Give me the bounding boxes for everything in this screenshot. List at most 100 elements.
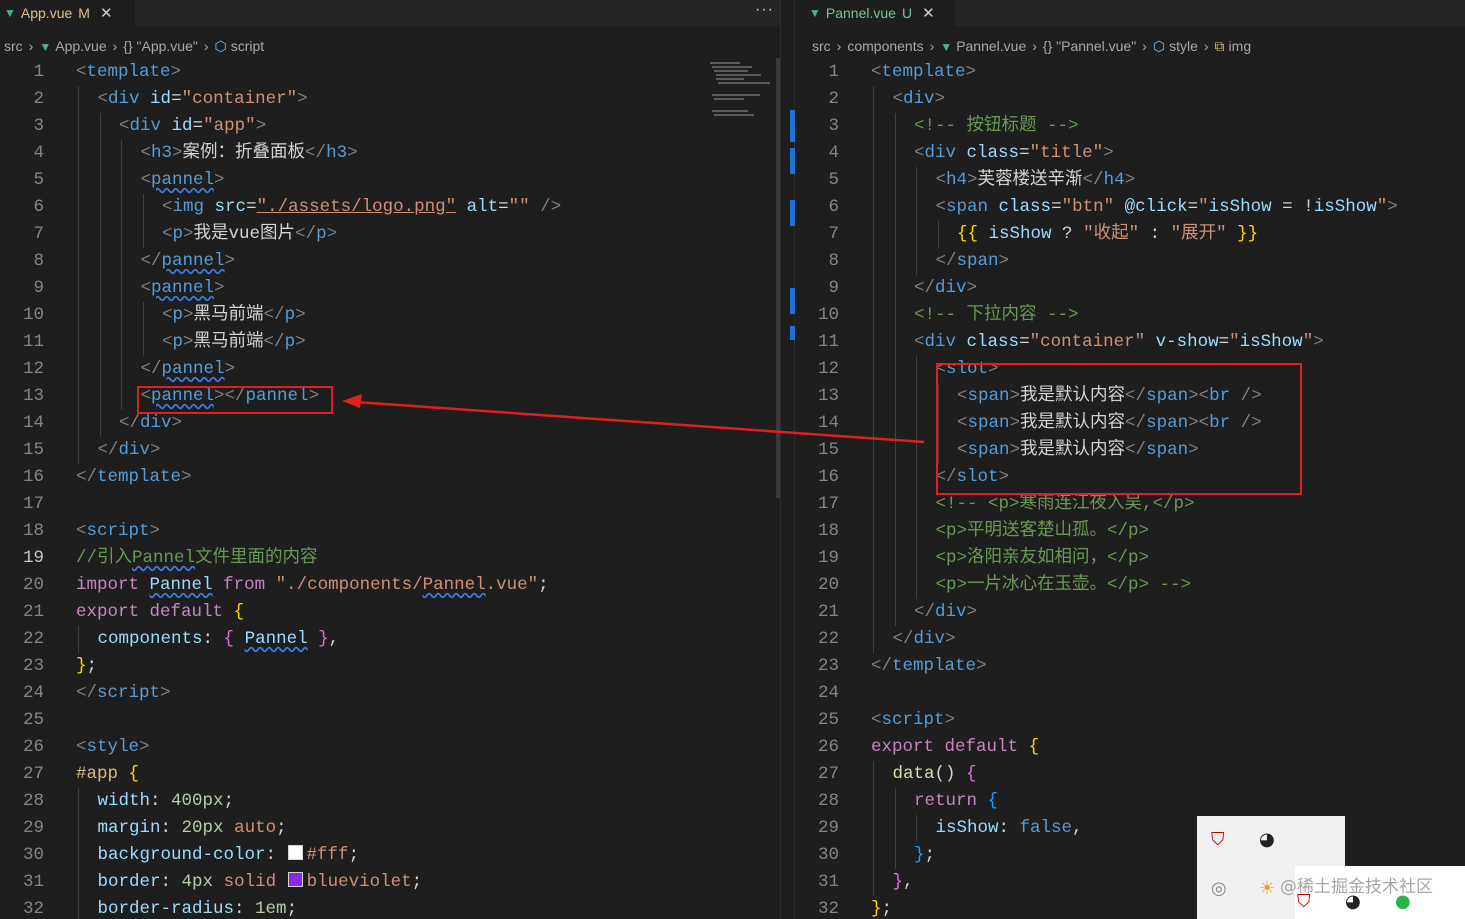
- breadcrumb-item[interactable]: {} "App.vue": [123, 38, 198, 54]
- code-line[interactable]: 10 <!-- 下拉内容 -->: [795, 302, 1465, 329]
- code-line[interactable]: 7 <p>我是vue图片</p>: [0, 221, 780, 248]
- line-number: 15: [22, 440, 44, 460]
- token: template: [881, 62, 966, 82]
- code-line[interactable]: 12 </pannel>: [0, 356, 780, 383]
- code-line[interactable]: 6 <span class="btn" @click="isShow = !isS…: [795, 194, 1465, 221]
- code-line[interactable]: 2 <div>: [795, 86, 1465, 113]
- line-number: 19: [22, 548, 44, 568]
- editor-split-divider[interactable]: [780, 0, 795, 919]
- code-line[interactable]: 29 margin: 20px auto;: [0, 815, 780, 842]
- breadcrumb-item[interactable]: src: [812, 38, 831, 54]
- code-line[interactable]: 23};: [0, 653, 780, 680]
- breadcrumb-item[interactable]: ⬡ style: [1153, 38, 1198, 55]
- code-line[interactable]: 3 <div id="app">: [0, 113, 780, 140]
- code-line[interactable]: 18 <script>: [0, 518, 780, 545]
- code-line[interactable]: 25: [0, 707, 780, 734]
- code-line[interactable]: 8 </pannel>: [0, 248, 780, 275]
- code-line[interactable]: 30 background-color: #fff;: [0, 842, 780, 869]
- indent-guide: [873, 356, 874, 383]
- token: <: [935, 197, 947, 217]
- code-line[interactable]: 26 export default {: [795, 734, 1465, 761]
- more-actions-icon[interactable]: ···: [755, 1, 774, 19]
- indent-guide: [78, 842, 79, 869]
- code-line[interactable]: 11 <div class="container" v-show="isShow"…: [795, 329, 1465, 356]
- breadcrumb-item[interactable]: ⬡ script: [215, 38, 265, 55]
- minimap[interactable]: [708, 58, 773, 128]
- breadcrumb-item[interactable]: ▼ App.vue: [39, 38, 106, 54]
- token: div: [118, 440, 151, 460]
- breadcrumb-item[interactable]: {} "Pannel.vue": [1043, 38, 1136, 54]
- code-text: <pannel>: [141, 167, 225, 194]
- code-line[interactable]: 24: [795, 680, 1465, 707]
- token: isShow: [1239, 332, 1303, 352]
- token: }: [871, 899, 882, 919]
- code-line[interactable]: 20 import Pannel from "./components/Panne…: [0, 572, 780, 599]
- code-line[interactable]: 23 </template>: [795, 653, 1465, 680]
- close-icon[interactable]: ✕: [922, 4, 935, 22]
- power-icon[interactable]: ◎: [1211, 879, 1227, 899]
- code-line[interactable]: 27 #app {: [0, 761, 780, 788]
- token: ;: [348, 845, 360, 865]
- breadcrumb-item[interactable]: ⧉ img: [1215, 38, 1252, 55]
- code-line[interactable]: 29 isShow: false,: [795, 815, 1465, 842]
- code-line[interactable]: 1 <template>: [0, 59, 780, 86]
- code-line[interactable]: 10 <p>黑马前端</p>: [0, 302, 780, 329]
- code-line[interactable]: 9 </div>: [795, 275, 1465, 302]
- code-line[interactable]: 20 <p>一片冰心在玉壶。</p> -->: [795, 572, 1465, 599]
- close-icon[interactable]: ✕: [100, 4, 113, 22]
- code-line[interactable]: 28 width: 400px;: [0, 788, 780, 815]
- code-line[interactable]: 3 <!-- 按钮标题 -->: [795, 113, 1465, 140]
- code-line[interactable]: 31 border: 4px solid blueviolet;: [0, 869, 780, 896]
- code-line[interactable]: 5 <h4>芙蓉楼送辛渐</h4>: [795, 167, 1465, 194]
- code-line[interactable]: 4 <div class="title">: [795, 140, 1465, 167]
- code-line[interactable]: 18 <p>平明送客楚山孤。</p>: [795, 518, 1465, 545]
- code-line[interactable]: 24 </script>: [0, 680, 780, 707]
- code-line[interactable]: 28 return {: [795, 788, 1465, 815]
- code-line[interactable]: 32 border-radius: 1em;: [0, 896, 780, 919]
- code-line[interactable]: 26 <style>: [0, 734, 780, 761]
- code-line[interactable]: 27 data() {: [795, 761, 1465, 788]
- indent-guide: [78, 869, 79, 896]
- tab-pannel-vue[interactable]: ▼ Pannel.vue U ✕: [795, 0, 955, 26]
- code-line[interactable]: 30};: [795, 842, 1465, 869]
- code-line[interactable]: 22 </div>: [795, 626, 1465, 653]
- code-line[interactable]: 6 <img src="./assets/logo.png" alt="" />: [0, 194, 780, 221]
- code-line[interactable]: 5 <pannel>: [0, 167, 780, 194]
- breadcrumb-item[interactable]: src: [4, 38, 23, 54]
- shield-icon[interactable]: ⛉: [1211, 830, 1225, 850]
- code-line[interactable]: 8 </span>: [795, 248, 1465, 275]
- code-line[interactable]: 21 export default {: [0, 599, 780, 626]
- token: 黑马前端: [193, 305, 264, 325]
- token: Pannel: [132, 548, 196, 568]
- code-line[interactable]: 16 </template>: [0, 464, 780, 491]
- breadcrumb-item[interactable]: ▼ Pannel.vue: [940, 38, 1026, 54]
- code-line[interactable]: 2 <div id="container">: [0, 86, 780, 113]
- code-line[interactable]: 19 //引入Pannel文件里面的内容: [0, 545, 780, 572]
- code-line[interactable]: 19 <p>洛阳亲友如相问，</p>: [795, 545, 1465, 572]
- code-line[interactable]: 17: [0, 491, 780, 518]
- tab-app-vue[interactable]: ▼ App.vue M ✕: [0, 0, 135, 26]
- breadcrumb-item[interactable]: components: [847, 38, 923, 54]
- indent-guide: [873, 113, 874, 140]
- weather-icon[interactable]: ☀: [1259, 879, 1275, 899]
- code-line[interactable]: 21 </div>: [795, 599, 1465, 626]
- token: pannel: [161, 251, 225, 271]
- code-line[interactable]: 1 <template>: [795, 59, 1465, 86]
- code-line[interactable]: 25 <script>: [795, 707, 1465, 734]
- code-text: <div id="app">: [119, 113, 266, 140]
- code-line[interactable]: 7 {{ isShow ? "收起" : "展开" }}: [795, 221, 1465, 248]
- code-line[interactable]: 4 <h3>案例：折叠面板</h3>: [0, 140, 780, 167]
- code-line[interactable]: 9 <pannel>: [0, 275, 780, 302]
- token: export: [76, 602, 140, 622]
- penguin-icon[interactable]: ◕: [1259, 830, 1275, 850]
- line-number: 29: [22, 818, 44, 838]
- color-swatch[interactable]: [287, 845, 303, 860]
- indent-guide: [894, 248, 896, 275]
- color-swatch[interactable]: [287, 872, 303, 887]
- code-line[interactable]: 11 <p>黑马前端</p>: [0, 329, 780, 356]
- code-line[interactable]: 22 components: { Pannel },: [0, 626, 780, 653]
